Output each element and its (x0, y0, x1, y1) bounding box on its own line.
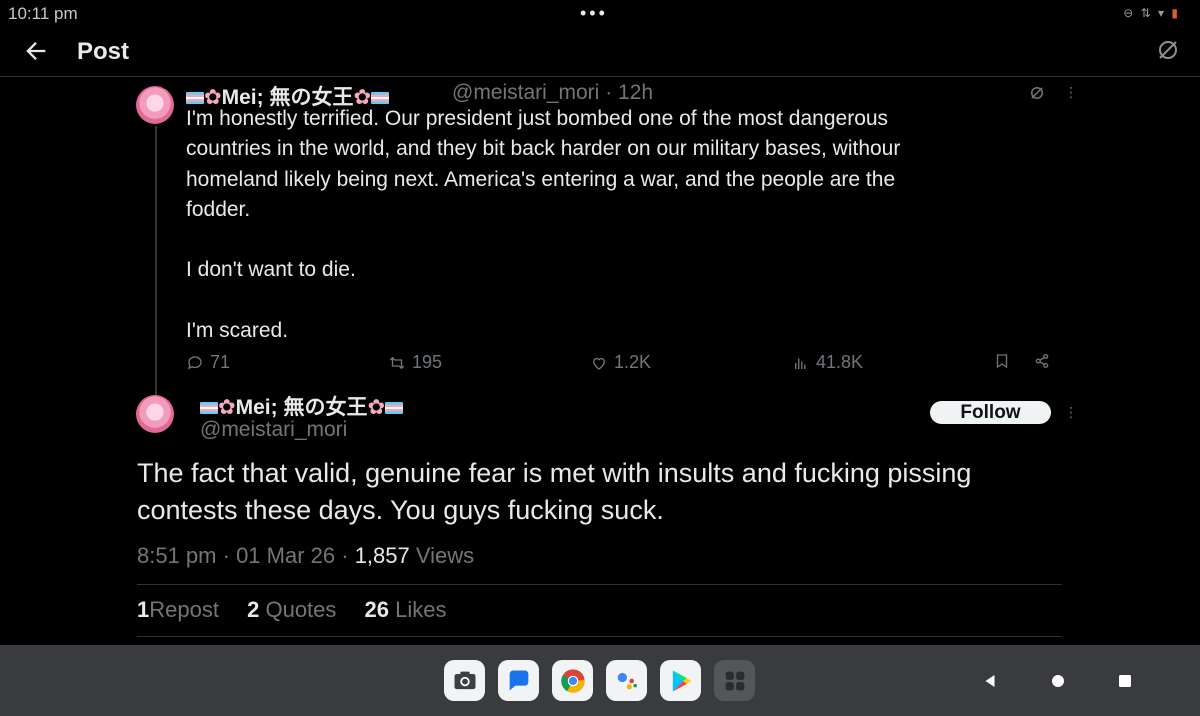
views-button[interactable]: 41.8K (792, 352, 863, 373)
trans-flag-icon (186, 92, 204, 105)
avatar[interactable] (136, 395, 174, 433)
divider (137, 636, 1062, 637)
wifi-icon: ▾ (1158, 6, 1167, 20)
bookmark-icon (996, 354, 1008, 369)
grok-icon[interactable] (1028, 84, 1046, 102)
cherry-blossom-icon: ✿ (367, 396, 386, 419)
more-dots-indicator: ••• (580, 3, 608, 23)
post-text: The fact that valid, genuine fear is met… (137, 458, 972, 525)
post-time: 8:51 pm (137, 543, 217, 568)
more-options-icon[interactable]: ⋮ (1064, 84, 1078, 101)
main-author-name[interactable]: ✿Mei; 無の女王✿ (200, 391, 404, 421)
bar-chart-icon (795, 358, 806, 369)
reply-author-handle[interactable]: @meistari_mori · 12h (452, 81, 653, 105)
like-button[interactable]: 1.2K (590, 352, 651, 373)
main-author-handle[interactable]: @meistari_mori (200, 418, 347, 442)
nav-back-icon[interactable] (976, 667, 1004, 695)
trans-flag-icon (371, 92, 390, 105)
avatar[interactable] (136, 86, 174, 124)
play-store-app-icon[interactable] (660, 660, 701, 701)
back-arrow-icon[interactable] (22, 37, 50, 65)
assistant-app-icon[interactable] (606, 660, 647, 701)
system-status-icons: ⊖ ⇅ ▾ ▮ (1123, 6, 1180, 20)
cherry-blossom-icon: ✿ (218, 396, 236, 419)
repost-icon (389, 356, 405, 369)
nav-recents-icon[interactable] (1111, 667, 1139, 695)
reply-text: I'm honestly terrified. Our president ju… (186, 107, 901, 343)
more-options-icon[interactable]: ⋮ (1064, 404, 1078, 421)
repost-button[interactable]: 195 (388, 352, 442, 373)
chrome-app-icon[interactable] (552, 660, 593, 701)
nav-home-icon[interactable] (1044, 667, 1072, 695)
messages-app-icon[interactable] (498, 660, 539, 701)
dnd-icon: ⊖ (1123, 6, 1136, 20)
camera-app-icon[interactable] (444, 660, 485, 701)
follow-button[interactable]: Follow (930, 401, 1051, 424)
share-icon (1035, 353, 1049, 369)
top-bar: Post (0, 28, 1200, 77)
reply-button[interactable]: 71 (186, 352, 230, 373)
data-arrows-icon: ⇅ (1140, 6, 1153, 20)
views-count: 1,857 (354, 543, 410, 568)
trans-flag-icon (200, 402, 218, 415)
page-title: Post (77, 38, 130, 65)
thread-line (155, 126, 157, 396)
clock: 10:11 pm (8, 4, 78, 23)
system-taskbar (0, 645, 1200, 716)
reposts-stat[interactable]: 1Repost (137, 597, 219, 622)
bookmark-button[interactable] (993, 352, 1011, 370)
share-button[interactable] (1033, 352, 1051, 370)
comment-icon (187, 355, 202, 370)
post-date: 01 Mar 26 (236, 543, 336, 568)
divider (137, 584, 1062, 585)
engagement-stats: 1Repost 2 Quotes 26 Likes (137, 597, 469, 623)
trans-flag-icon (385, 402, 404, 415)
post-meta: 8:51 pm · 01 Mar 26 · 1,857 Views (137, 543, 475, 568)
app-drawer-icon[interactable] (714, 660, 755, 701)
heart-icon (593, 357, 605, 370)
status-bar: 10:11 pm ••• ⊖ ⇅ ▾ ▮ (0, 0, 1200, 28)
views-label: Views (415, 543, 475, 568)
likes-stat[interactable]: 26 Likes (365, 597, 447, 622)
quotes-stat[interactable]: 2 Quotes (247, 597, 336, 622)
grok-icon[interactable] (1156, 38, 1180, 62)
battery-low-icon: ▮ (1171, 6, 1180, 20)
